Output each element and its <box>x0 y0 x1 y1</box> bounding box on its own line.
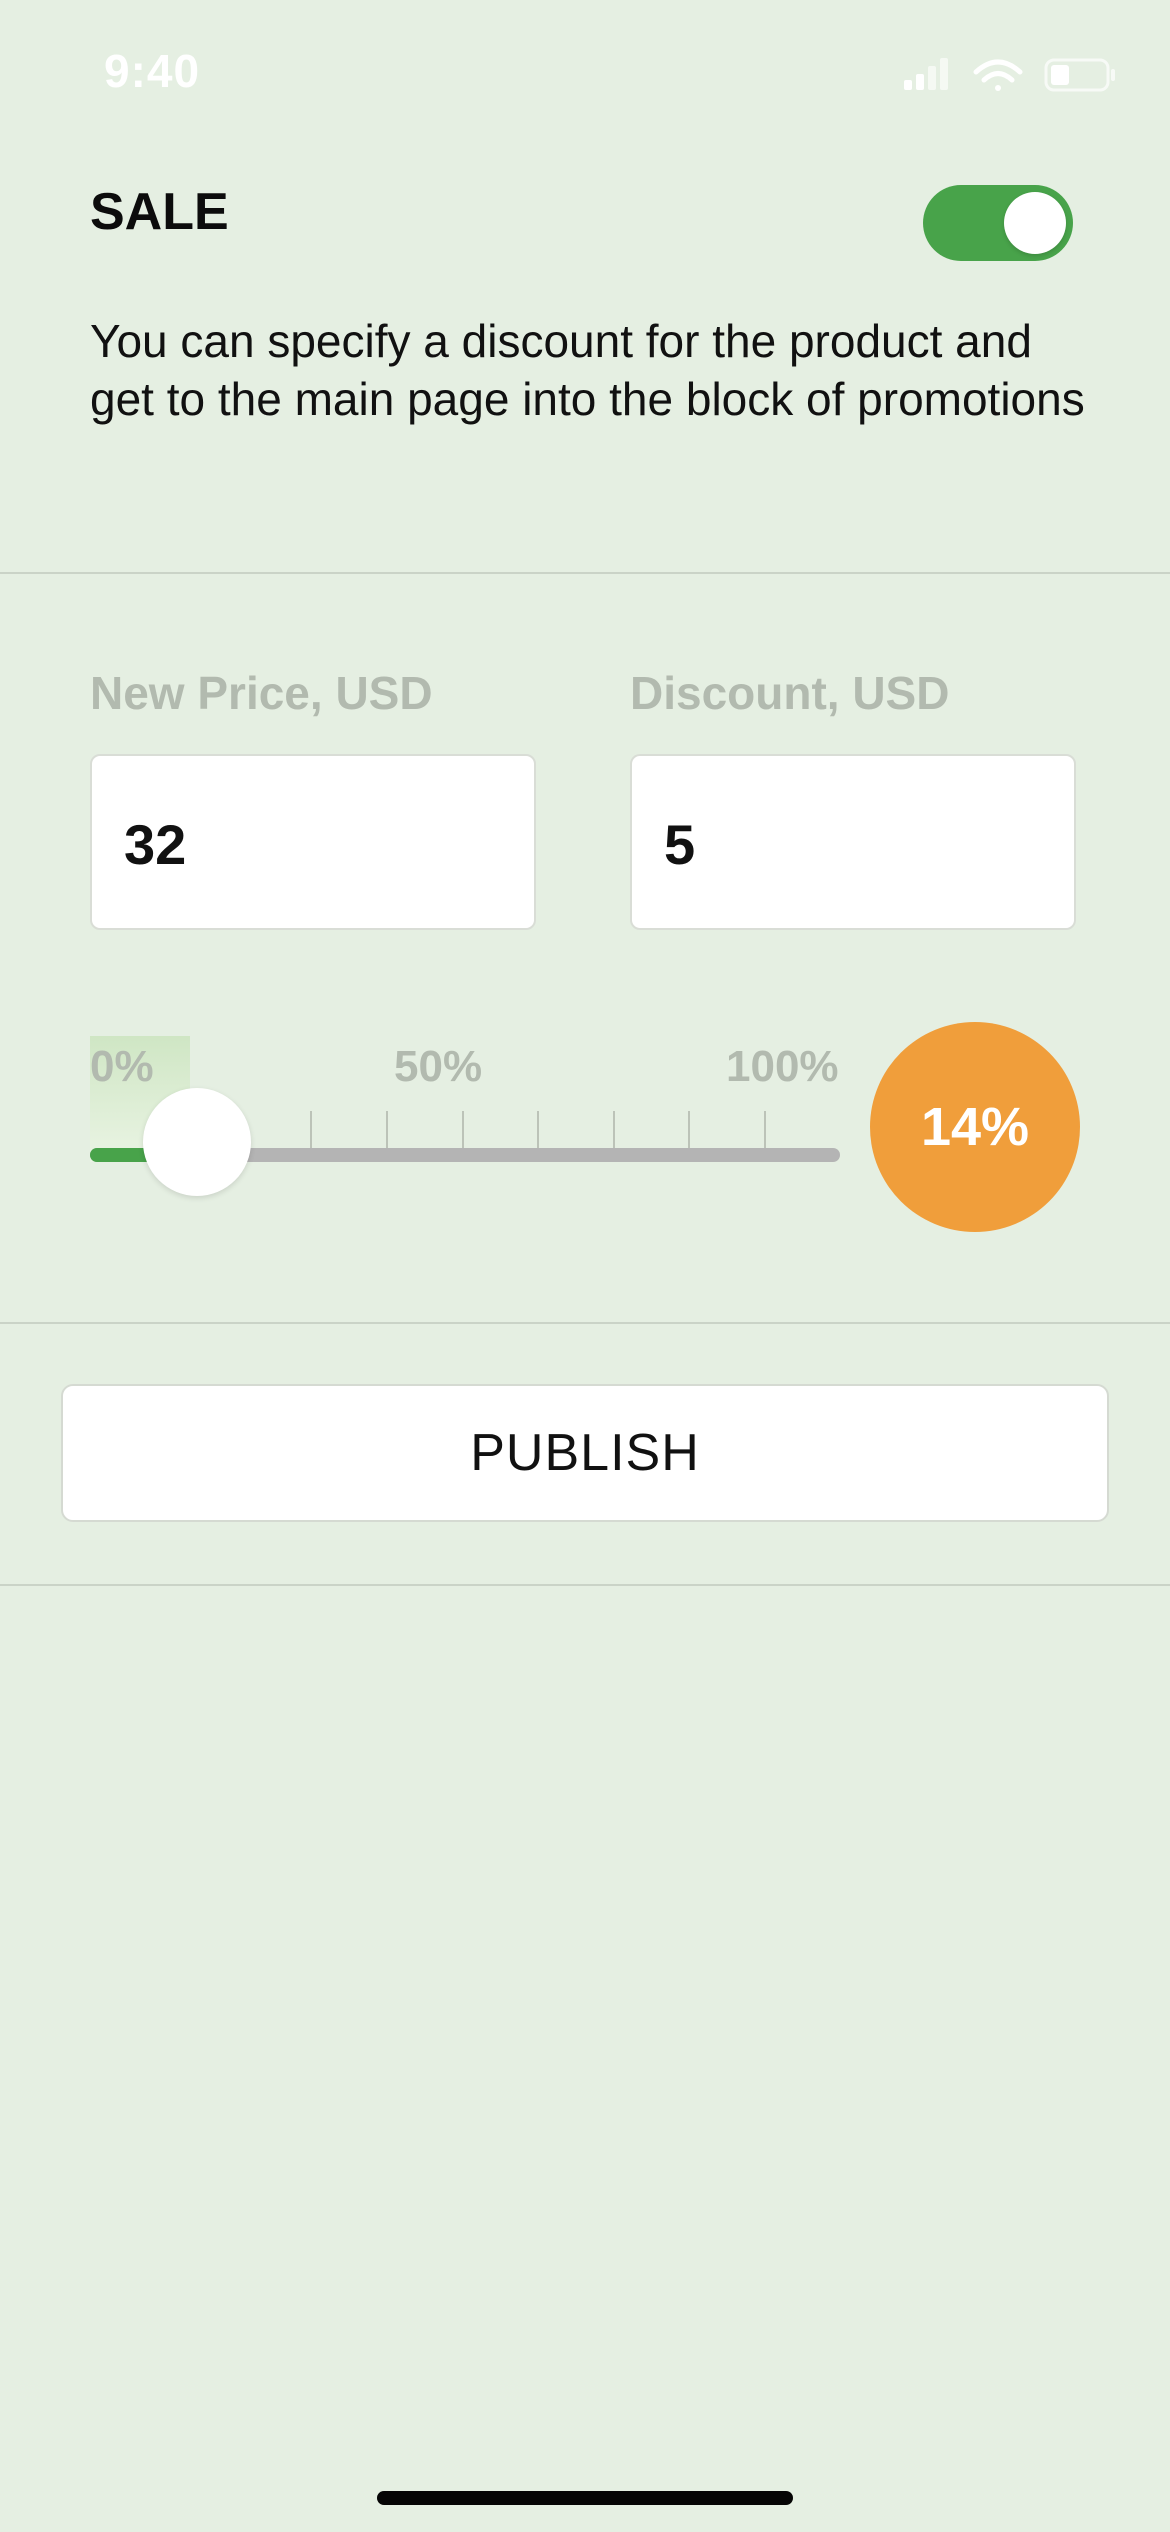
new-price-input[interactable]: 32 <box>90 754 536 930</box>
sale-description: You can specify a discount for the produ… <box>90 315 1085 425</box>
sale-title: SALE <box>90 183 229 241</box>
publish-button-label: PUBLISH <box>470 1424 700 1482</box>
publish-button[interactable]: PUBLISH <box>61 1384 1109 1522</box>
signal-icon <box>904 58 948 90</box>
slider-label-max: 100% <box>726 1042 839 1091</box>
discount-value: 5 <box>664 813 696 876</box>
sale-toggle[interactable] <box>923 185 1073 261</box>
wifi-icon <box>973 59 1023 91</box>
discount-input[interactable]: 5 <box>630 754 1076 930</box>
slider-label-min: 0% <box>90 1042 154 1091</box>
slider-tick <box>688 1111 690 1149</box>
battery-icon <box>1044 58 1115 92</box>
status-icons <box>904 58 1115 92</box>
home-indicator <box>377 2491 793 2505</box>
toggle-knob <box>1004 192 1066 254</box>
divider <box>0 1584 1170 1586</box>
status-time: 9:40 <box>104 45 201 97</box>
slider-tick <box>764 1111 766 1149</box>
slider-tick <box>462 1111 464 1149</box>
divider <box>0 572 1170 574</box>
slider-tick <box>386 1111 388 1149</box>
discount-percent-badge: 14% <box>870 1022 1080 1232</box>
slider-knob[interactable] <box>143 1088 251 1196</box>
slider-tick <box>613 1111 615 1149</box>
discount-label: Discount, USD <box>630 667 950 719</box>
slider-label-mid: 50% <box>394 1042 483 1091</box>
discount-percent-text: 14% <box>920 1097 1030 1157</box>
slider-tick <box>537 1111 539 1149</box>
slider-tick <box>310 1111 312 1149</box>
divider <box>0 1322 1170 1324</box>
new-price-label: New Price, USD <box>90 667 433 719</box>
new-price-value: 32 <box>124 813 187 876</box>
